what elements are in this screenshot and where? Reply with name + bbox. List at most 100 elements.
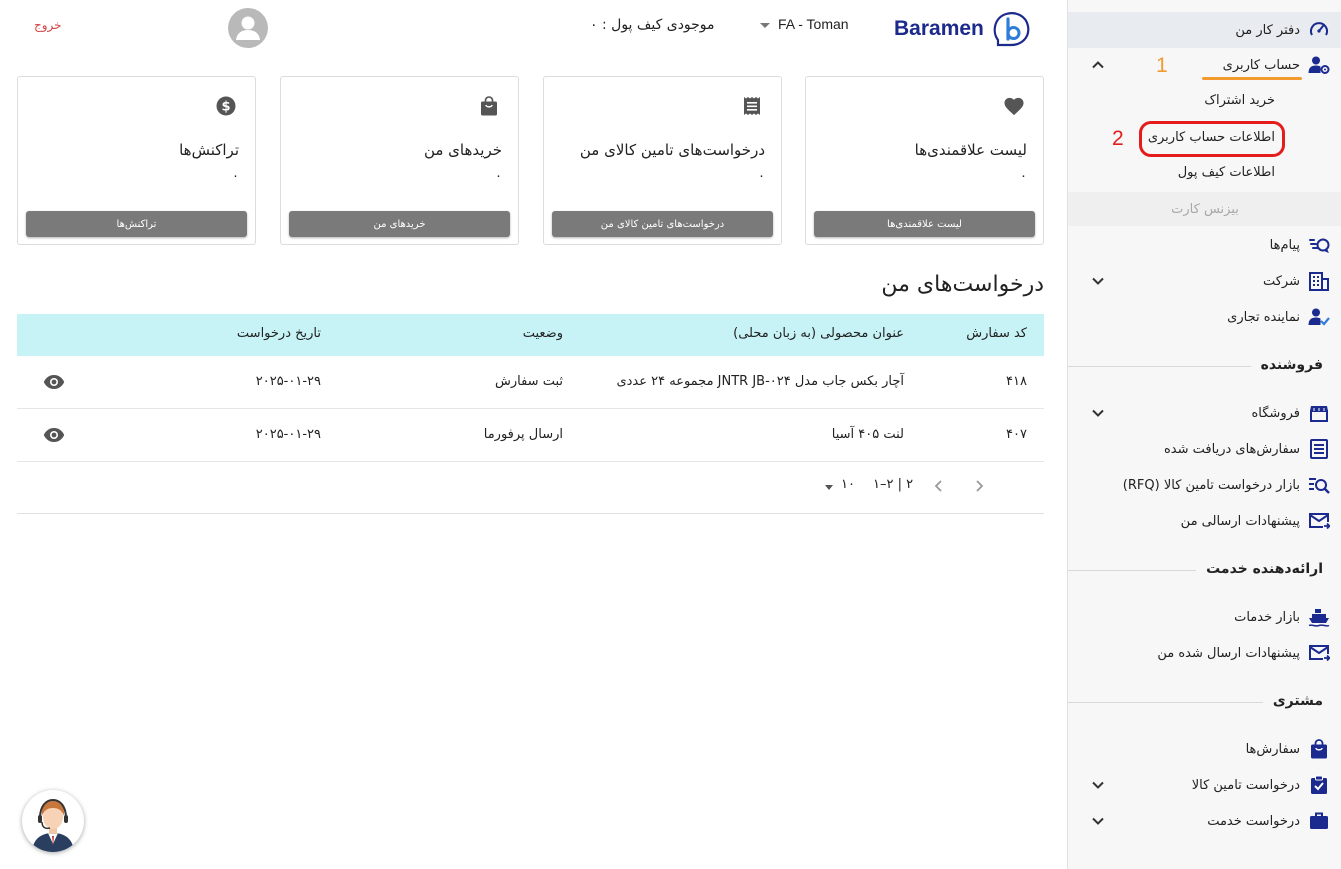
sidebar-item-label: حساب کاربری: [1222, 57, 1300, 73]
sidebar-subitem-buy-subscription[interactable]: خرید اشتراک: [1067, 86, 1341, 114]
card-transactions: $ تراکنش‌ها ۰ تراکنش‌ها: [17, 76, 256, 245]
building-icon: [1308, 270, 1330, 292]
sidebar-item-label: درخواست تامین کالا: [1191, 777, 1300, 793]
card-count: ۰: [1020, 169, 1027, 184]
product-title: لنت ۴۰۵ آسیا: [831, 427, 904, 442]
column-header-request-date[interactable]: تاریخ درخواست: [237, 326, 321, 341]
sidebar-item-label: پیشنهادات ارسال شده من: [1157, 645, 1300, 661]
order-code: ۴۰۷: [1006, 427, 1027, 442]
request-date: ۲۰۲۵-۰۱-۲۹: [255, 374, 321, 389]
briefcase-icon: [1308, 810, 1330, 832]
sidebar-item-company[interactable]: شرکت: [1068, 263, 1341, 299]
pagination-range: ۱–۲ | ۲: [873, 477, 914, 492]
column-header-order-code[interactable]: کد سفارش: [966, 326, 1027, 341]
sidebar-section-seller: فروشنده: [1250, 352, 1341, 378]
currency-selector[interactable]: FA - Toman: [760, 16, 849, 32]
chevron-down-icon[interactable]: [1090, 813, 1106, 829]
transactions-button[interactable]: تراکنش‌ها: [26, 211, 247, 237]
sidebar-item-rfq-market[interactable]: بازار درخواست تامین کالا (RFQ): [1068, 467, 1341, 503]
chat-bubbles-icon: [1308, 234, 1330, 256]
wallet-balance: موجودی کیف پول : ۰: [590, 17, 715, 33]
sidebar-item-trade-representative[interactable]: نماینده تجاری: [1068, 299, 1341, 335]
order-list-icon: [1308, 438, 1330, 460]
previous-page-icon[interactable]: [932, 478, 946, 492]
order-code: ۴۱۸: [1006, 374, 1027, 389]
sidebar-subitem-wallet-info[interactable]: اطلاعات کیف پول: [1067, 158, 1341, 186]
sidebar-item-business-card: بیزنس کارت: [1068, 192, 1341, 226]
logout-link[interactable]: خروج: [34, 18, 62, 32]
chevron-down-icon[interactable]: [1090, 405, 1106, 421]
mail-send-icon: [1308, 642, 1330, 664]
status: ثبت سفارش: [494, 374, 563, 389]
speedometer-icon: [1308, 19, 1330, 41]
sidebar-item-service-market[interactable]: بازار خدمات: [1068, 599, 1341, 635]
card-wishlist: لیست علاقمندی‌ها ۰ لیست علاقمندی‌ها: [805, 76, 1044, 245]
support-agent-icon: [32, 798, 74, 852]
user-icon: [236, 16, 260, 40]
card-count: ۰: [758, 169, 765, 184]
store-icon: [1308, 402, 1330, 424]
app-root: Baramen FA - Toman موجودی کیف پول : ۰ خر…: [0, 0, 1341, 869]
ship-icon: [1308, 606, 1330, 628]
table-row[interactable]: ۴۱۸ آچار بکس جاب مدل JNTR JB-۰۲۴ مجموعه …: [17, 356, 1044, 409]
logo-text: Baramen: [894, 17, 984, 40]
sidebar-item-sent-offers[interactable]: پیشنهادات ارسال شده من: [1068, 635, 1341, 671]
caret-down-icon[interactable]: [825, 485, 833, 490]
table-row[interactable]: ۴۰۷ لنت ۴۰۵ آسیا ارسال پرفورما ۲۰۲۵-۰۱-۲…: [17, 409, 1044, 462]
rows-per-page-select[interactable]: ۱۰: [841, 477, 855, 492]
currency-label: FA - Toman: [778, 16, 849, 32]
mail-send-icon: [1308, 510, 1330, 532]
card-title: تراکنش‌ها: [179, 141, 239, 159]
card-title: درخواست‌های تامین کالای من: [579, 141, 765, 159]
supply-requests-button[interactable]: درخواست‌های تامین کالای من: [552, 211, 773, 237]
chevron-down-icon[interactable]: [1090, 273, 1106, 289]
caret-down-icon: [760, 22, 770, 28]
sidebar-item-label: بازار درخواست تامین کالا (RFQ): [1122, 477, 1300, 493]
search-list-icon: [1308, 474, 1330, 496]
logo[interactable]: Baramen: [894, 10, 1032, 48]
sidebar-item-service-request[interactable]: درخواست خدمت: [1068, 803, 1341, 839]
annotation-underline: [1202, 77, 1302, 80]
receipt-icon: [741, 95, 763, 117]
view-eye-icon[interactable]: [43, 374, 65, 390]
sidebar-item-received-orders[interactable]: سفارش‌های دریافت شده: [1068, 431, 1341, 467]
section-title: درخواست‌های من: [881, 272, 1044, 297]
chevron-down-icon[interactable]: [1090, 777, 1106, 793]
sidebar-item-store[interactable]: فروشگاه: [1068, 395, 1341, 431]
card-supply-requests: درخواست‌های تامین کالای من ۰ درخواست‌های…: [543, 76, 782, 245]
sidebar-item-label: درخواست خدمت: [1207, 813, 1300, 829]
card-purchases: خریدهای من ۰ خریدهای من: [280, 76, 519, 245]
sidebar-item-label: سفارش‌ها: [1245, 741, 1300, 757]
column-header-product-title[interactable]: عنوان محصولی (به زبان محلی): [733, 326, 904, 341]
sidebar-section-customer: مشتری: [1262, 688, 1341, 714]
sidebar-item-label: پیام‌ها: [1269, 237, 1300, 253]
sidebar-item-goods-request[interactable]: درخواست تامین کالا: [1068, 767, 1341, 803]
sidebar-item-label: شرکت: [1262, 273, 1300, 289]
sidebar-item-my-sent-offers[interactable]: پیشنهادات ارسالی من: [1068, 503, 1341, 539]
user-check-icon: [1308, 306, 1330, 328]
next-page-icon[interactable]: [972, 478, 986, 492]
sidebar-item-label: سفارش‌های دریافت شده: [1164, 441, 1300, 457]
annotation-step-1: 1: [1156, 54, 1168, 77]
status: ارسال پرفورما: [483, 427, 563, 442]
sidebar-item-orders[interactable]: سفارش‌ها: [1068, 731, 1341, 767]
chevron-up-icon[interactable]: [1090, 57, 1106, 73]
purchases-button[interactable]: خریدهای من: [289, 211, 510, 237]
avatar[interactable]: [228, 8, 268, 48]
dollar-icon: $: [215, 95, 237, 117]
support-chat-avatar[interactable]: [22, 790, 84, 852]
sidebar-item-dashboard[interactable]: دفتر کار من: [1068, 12, 1341, 48]
shopping-bag-icon: [478, 95, 500, 117]
view-eye-icon[interactable]: [43, 427, 65, 443]
clipboard-check-icon: [1308, 774, 1330, 796]
column-header-status[interactable]: وضعیت: [523, 326, 563, 341]
card-count: ۰: [495, 169, 502, 184]
svg-text:$: $: [221, 100, 230, 115]
table-header: کد سفارش عنوان محصولی (به زبان محلی) وضع…: [17, 314, 1044, 356]
sidebar-item-label: پیشنهادات ارسالی من: [1180, 513, 1300, 529]
sidebar-item-messages[interactable]: پیام‌ها: [1068, 227, 1341, 263]
wishlist-button[interactable]: لیست علاقمندی‌ها: [814, 211, 1035, 237]
card-title: لیست علاقمندی‌ها: [914, 141, 1027, 159]
sidebar-item-label: فروشگاه: [1251, 405, 1300, 421]
request-date: ۲۰۲۵-۰۱-۲۹: [255, 427, 321, 442]
